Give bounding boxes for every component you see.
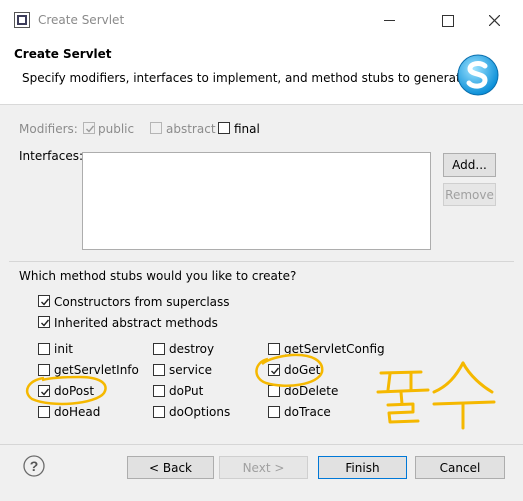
dodelete-label: doDelete: [284, 384, 339, 398]
checkmark-icon: [41, 388, 50, 396]
dotrace-label: doTrace: [284, 405, 331, 419]
public-label: public: [98, 122, 135, 136]
cancel-button[interactable]: Cancel: [415, 456, 505, 479]
checkmark-icon: [41, 319, 50, 327]
init-label: init: [54, 342, 73, 356]
dodelete-checkbox[interactable]: [268, 385, 280, 397]
dooptions-label: doOptions: [169, 405, 231, 419]
divider: [9, 261, 514, 262]
maximize-icon[interactable]: [442, 15, 454, 27]
help-icon[interactable]: ?: [23, 455, 45, 477]
checkmark-icon: [86, 125, 95, 133]
required-handwriting-annotation: [376, 361, 496, 430]
service-label: service: [169, 363, 212, 377]
destroy-checkbox[interactable]: [153, 343, 165, 355]
abstract-label: abstract: [166, 122, 216, 136]
dopost-checkbox[interactable]: [38, 385, 50, 397]
dopost-label: doPost: [54, 384, 95, 398]
getservletconfig-checkbox[interactable]: [268, 343, 280, 355]
stubs-question: Which method stubs would you like to cre…: [19, 269, 297, 283]
add-button[interactable]: Add...: [443, 153, 496, 177]
getservletconfig-label: getServletConfig: [284, 342, 385, 356]
doput-label: doPut: [169, 384, 204, 398]
destroy-label: destroy: [169, 342, 215, 356]
doget-checkbox[interactable]: [268, 364, 280, 376]
dohead-checkbox[interactable]: [38, 406, 50, 418]
abstract-checkbox[interactable]: [150, 122, 162, 134]
remove-button[interactable]: Remove: [443, 183, 496, 206]
final-label: final: [234, 122, 260, 136]
dooptions-checkbox[interactable]: [153, 406, 165, 418]
inherited-checkbox[interactable]: [38, 316, 50, 328]
window-title: Create Servlet: [38, 13, 125, 27]
inherited-label: Inherited abstract methods: [54, 316, 218, 330]
service-checkbox[interactable]: [153, 364, 165, 376]
doget-label: doGet: [284, 363, 321, 377]
init-checkbox[interactable]: [38, 343, 50, 355]
interfaces-label: Interfaces:: [19, 149, 84, 163]
public-checkbox[interactable]: [83, 122, 95, 134]
page-title: Create Servlet: [14, 47, 112, 61]
getservletinfo-checkbox[interactable]: [38, 364, 50, 376]
footer-divider: [0, 444, 523, 445]
dohead-label: doHead: [54, 405, 101, 419]
back-button[interactable]: < Back: [127, 456, 214, 479]
final-checkbox[interactable]: [218, 122, 230, 134]
checkmark-icon: [271, 367, 280, 375]
constructors-label: Constructors from superclass: [54, 295, 230, 309]
next-button[interactable]: Next >: [219, 456, 308, 479]
checkmark-icon: [41, 298, 50, 306]
svg-text:?: ?: [30, 458, 39, 474]
page-subtitle: Specify modifiers, interfaces to impleme…: [22, 71, 472, 85]
minimize-icon[interactable]: [384, 20, 395, 21]
modifiers-label: Modifiers:: [19, 122, 78, 136]
constructors-checkbox[interactable]: [38, 295, 50, 307]
eclipse-app-icon: [14, 12, 30, 28]
interfaces-list[interactable]: [82, 152, 431, 250]
close-icon[interactable]: [489, 15, 500, 26]
servlet-logo-icon: [457, 54, 499, 96]
getservletinfo-label: getServletInfo: [54, 363, 139, 377]
doput-checkbox[interactable]: [153, 385, 165, 397]
dotrace-checkbox[interactable]: [268, 406, 280, 418]
finish-button[interactable]: Finish: [318, 456, 407, 479]
